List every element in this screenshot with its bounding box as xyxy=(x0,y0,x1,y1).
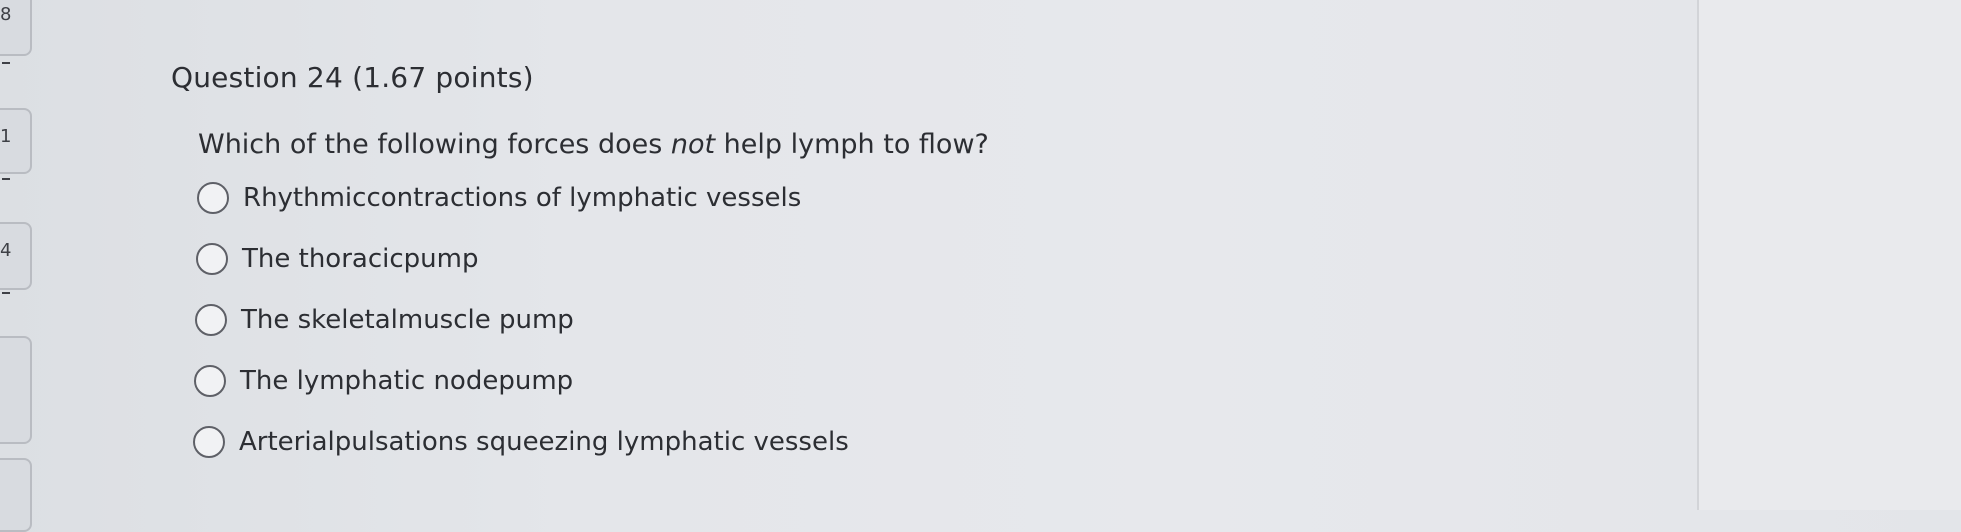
question-prompt: Which of the following forces does not h… xyxy=(198,129,989,160)
answer-option-3[interactable]: The skeletalmuscle pump xyxy=(195,300,849,340)
nav-dash-1 xyxy=(2,62,10,64)
answer-option-label: The thoracicpump xyxy=(242,244,479,274)
radio-button[interactable] xyxy=(196,243,228,275)
radio-button[interactable] xyxy=(194,365,226,397)
answer-option-2[interactable]: The thoracicpump xyxy=(196,239,849,279)
prompt-text-after: help lymph to flow? xyxy=(715,129,989,160)
answer-option-4[interactable]: The lymphatic nodepump xyxy=(194,361,849,401)
right-panel xyxy=(1699,0,1961,510)
radio-button[interactable] xyxy=(197,182,229,214)
answer-option-label: The lymphatic nodepump xyxy=(240,366,574,396)
answer-option-5[interactable]: Arterialpulsations squeezing lymphatic v… xyxy=(193,422,849,462)
answer-options: Rhythmiccontractions of lymphatic vessel… xyxy=(193,178,849,483)
nav-number-2: 1 xyxy=(0,126,12,147)
question-navigator: 8 1 4 xyxy=(0,0,40,532)
nav-dash-3 xyxy=(2,292,10,294)
radio-button[interactable] xyxy=(193,426,225,458)
nav-dash-2 xyxy=(2,178,10,180)
question-title: Question 24 (1.67 points) xyxy=(171,60,534,94)
prompt-text-before: Which of the following forces does xyxy=(198,129,671,160)
answer-option-label: Arterialpulsations squeezing lymphatic v… xyxy=(239,427,849,457)
nav-number-3: 4 xyxy=(0,240,12,261)
answer-option-label: The skeletalmuscle pump xyxy=(241,305,574,335)
nav-number-1: 8 xyxy=(0,4,12,25)
radio-button[interactable] xyxy=(195,304,227,336)
nav-card-5[interactable] xyxy=(0,458,32,532)
prompt-emphasis: not xyxy=(670,129,716,160)
answer-option-1[interactable]: Rhythmiccontractions of lymphatic vessel… xyxy=(197,178,849,218)
nav-card-4[interactable] xyxy=(0,336,32,444)
answer-option-label: Rhythmiccontractions of lymphatic vessel… xyxy=(243,183,802,213)
